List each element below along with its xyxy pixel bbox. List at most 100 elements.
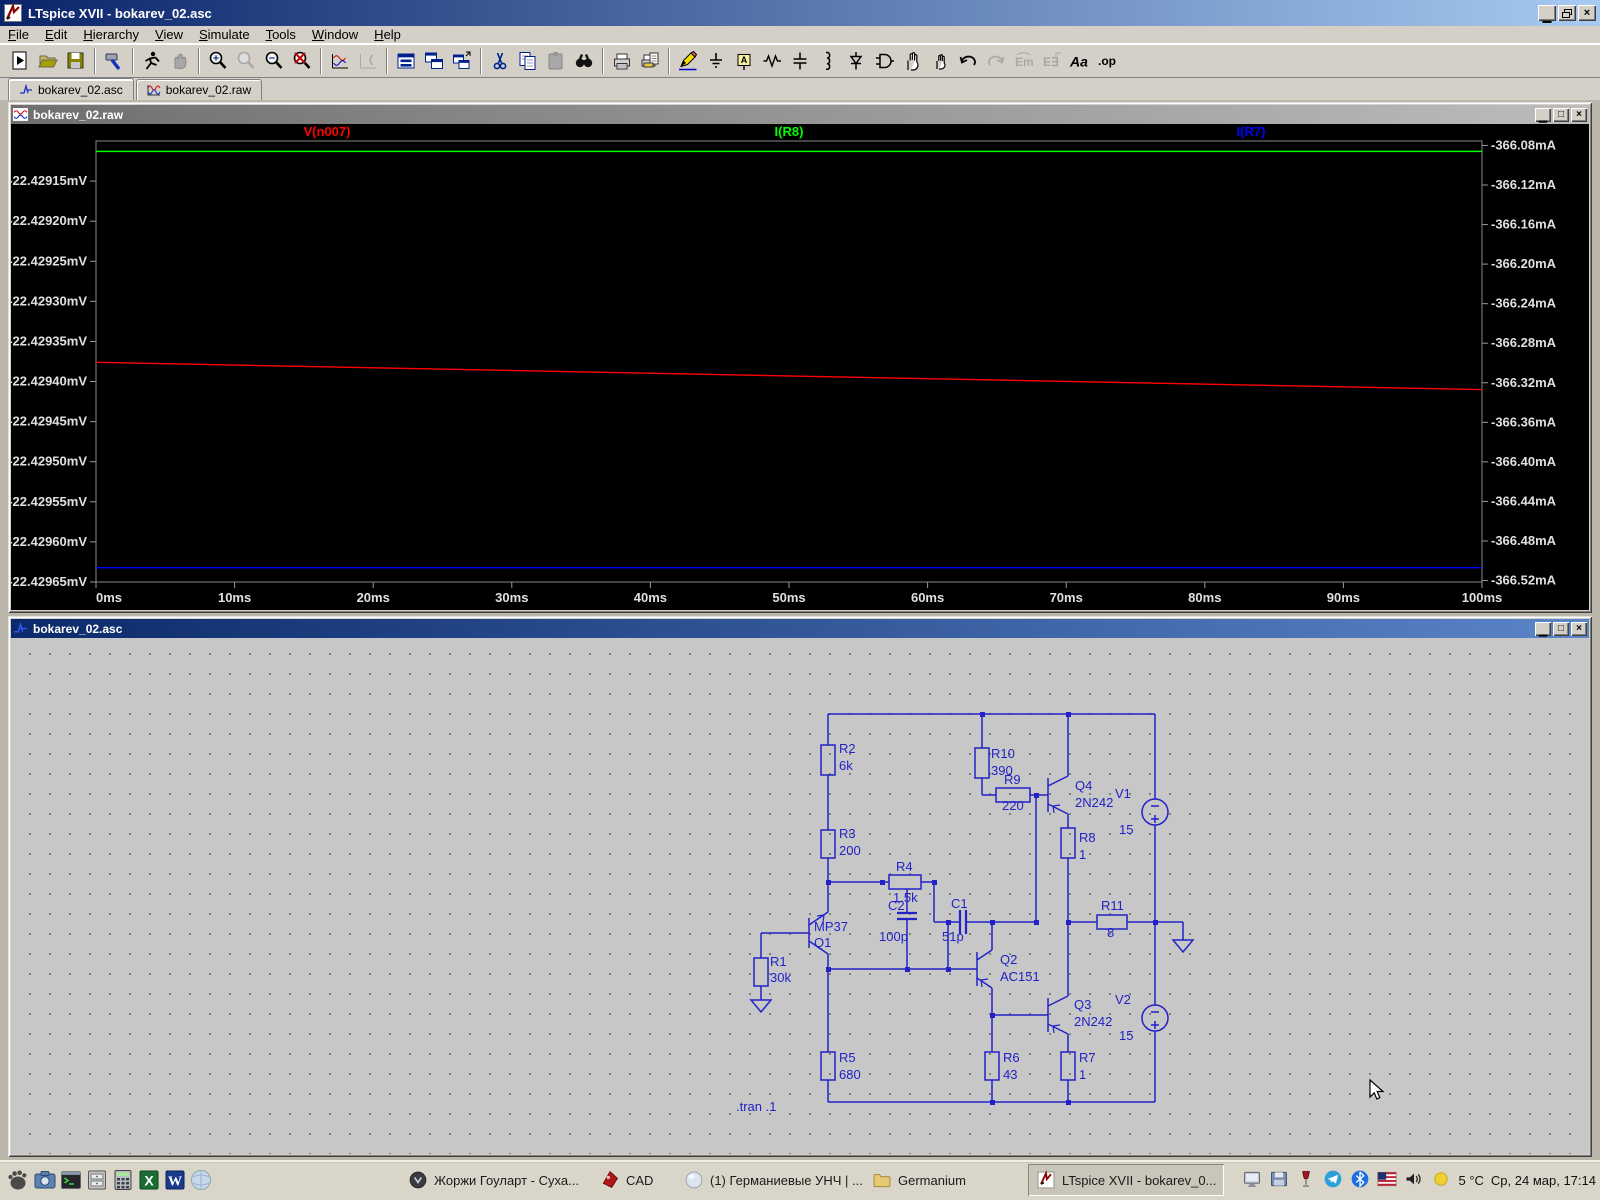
spice-directive-button[interactable]: .op bbox=[1094, 47, 1122, 75]
app-minimize-button[interactable]: ▁ bbox=[1538, 5, 1556, 21]
quick-launch-terminal[interactable] bbox=[59, 1160, 83, 1200]
autorange-button[interactable] bbox=[326, 47, 354, 75]
x-axis-label: 90ms bbox=[1327, 590, 1360, 605]
schematic-window-titlebar[interactable]: bokarev_02.asc ▁ □ × bbox=[11, 619, 1589, 638]
undo-button[interactable] bbox=[954, 47, 982, 75]
find-button[interactable] bbox=[570, 47, 598, 75]
us-flag-tray-icon[interactable] bbox=[1377, 1169, 1397, 1192]
net-label-button[interactable]: A bbox=[730, 47, 758, 75]
cascade-button[interactable] bbox=[448, 47, 476, 75]
left-axis-label: -22.42935mV bbox=[11, 333, 87, 348]
floppy-tray-icon[interactable] bbox=[1269, 1169, 1289, 1192]
task-browser-ball[interactable]: (1) Германиевые УНЧ | ... bbox=[684, 1160, 863, 1200]
start-menu-button[interactable] bbox=[6, 1160, 30, 1200]
x-axis-label: 10ms bbox=[218, 590, 251, 605]
waveform-plot[interactable]: -22.42915mV-22.42920mV-22.42925mV-22.429… bbox=[11, 124, 1589, 610]
redo-icon bbox=[985, 50, 1007, 72]
find-icon bbox=[573, 50, 595, 72]
ground-button[interactable] bbox=[702, 47, 730, 75]
tile-vertical-button[interactable] bbox=[420, 47, 448, 75]
save-button[interactable] bbox=[62, 47, 90, 75]
menu-help[interactable]: Help bbox=[366, 26, 409, 43]
telegram-tray-icon[interactable] bbox=[1323, 1169, 1343, 1192]
weather-tray-icon[interactable] bbox=[1431, 1169, 1451, 1192]
menu-file[interactable]: File bbox=[0, 26, 37, 43]
component-value: 200 bbox=[839, 843, 861, 858]
cut-button[interactable] bbox=[486, 47, 514, 75]
copy-button[interactable] bbox=[514, 47, 542, 75]
bluetooth-tray-icon[interactable] bbox=[1350, 1169, 1370, 1192]
ground-icon bbox=[705, 50, 727, 72]
open-button[interactable] bbox=[34, 47, 62, 75]
display-tray-icon[interactable] bbox=[1242, 1169, 1262, 1192]
zoom-in-button[interactable] bbox=[204, 47, 232, 75]
quick-launch-browser[interactable] bbox=[189, 1160, 213, 1200]
zoom-out-button[interactable] bbox=[260, 47, 288, 75]
move-button[interactable] bbox=[898, 47, 926, 75]
left-axis-label: -22.42915mV bbox=[11, 173, 87, 188]
task-ltspice[interactable]: LTspice XVII - bokarev_0... bbox=[1028, 1164, 1224, 1196]
task-media-player[interactable]: Жоржи Гоуларт - Суха... bbox=[408, 1160, 579, 1200]
component-ref: R10 bbox=[991, 746, 1015, 761]
quick-launch-excel[interactable]: X bbox=[137, 1160, 161, 1200]
menu-edit[interactable]: Edit bbox=[37, 26, 75, 43]
resistor-icon bbox=[761, 50, 783, 72]
wine-tray-icon[interactable] bbox=[1296, 1169, 1316, 1192]
component-value: 51p bbox=[942, 929, 964, 944]
tile-horizontal-button[interactable] bbox=[392, 47, 420, 75]
quick-launch-screenshot[interactable] bbox=[33, 1160, 57, 1200]
waveform-minimize-button[interactable]: ▁ bbox=[1535, 108, 1551, 122]
diode-button[interactable] bbox=[842, 47, 870, 75]
waveform-window-titlebar[interactable]: bokarev_02.raw ▁ □ × bbox=[11, 105, 1589, 124]
trace-label[interactable]: I(R8) bbox=[775, 124, 804, 139]
draw-wire-button[interactable] bbox=[674, 47, 702, 75]
print-preview-button[interactable] bbox=[636, 47, 664, 75]
quick-launch-calculator[interactable] bbox=[111, 1160, 135, 1200]
menu-view[interactable]: View bbox=[147, 26, 191, 43]
volume-tray-icon[interactable] bbox=[1404, 1169, 1424, 1192]
waveform-close-button[interactable]: × bbox=[1571, 108, 1587, 122]
trace-label[interactable]: I(R7) bbox=[1237, 124, 1266, 139]
menu-window[interactable]: Window bbox=[304, 26, 366, 43]
draw-wire-icon bbox=[677, 50, 699, 72]
schematic-canvas[interactable]: R2 6k R3 200 R4 1.5k C2 100p C1 51p R10 … bbox=[11, 638, 1589, 1154]
text-button[interactable]: Aa bbox=[1066, 47, 1094, 75]
zoom-full-extents-button[interactable] bbox=[288, 47, 316, 75]
print-button[interactable] bbox=[608, 47, 636, 75]
task-cad[interactable]: CAD bbox=[600, 1160, 653, 1200]
inductor-button[interactable] bbox=[814, 47, 842, 75]
clock[interactable]: Ср, 24 мар, 17:14 bbox=[1491, 1173, 1596, 1188]
left-axis-label: -22.42925mV bbox=[11, 253, 87, 268]
waveform-maximize-button[interactable]: □ bbox=[1553, 108, 1569, 122]
run-button[interactable] bbox=[6, 47, 34, 75]
task-folder[interactable]: Germanium bbox=[872, 1160, 966, 1200]
move-icon bbox=[901, 50, 923, 72]
menu-simulate[interactable]: Simulate bbox=[191, 26, 258, 43]
tile-horizontal-icon bbox=[395, 50, 417, 72]
tab-schematic[interactable]: bokarev_02.asc bbox=[8, 78, 134, 100]
calculator-icon bbox=[111, 1168, 135, 1192]
menu-hierarchy[interactable]: Hierarchy bbox=[75, 26, 147, 43]
schematic-minimize-button[interactable]: ▁ bbox=[1535, 622, 1551, 636]
app-restore-button[interactable] bbox=[1558, 5, 1576, 21]
drag-button[interactable] bbox=[926, 47, 954, 75]
schematic-maximize-button[interactable]: □ bbox=[1553, 622, 1569, 636]
tab-waveform[interactable]: bokarev_02.raw bbox=[136, 79, 262, 100]
menu-tools[interactable]: Tools bbox=[258, 26, 304, 43]
component-button[interactable] bbox=[870, 47, 898, 75]
trace-label[interactable]: V(n007) bbox=[304, 124, 351, 139]
quick-launch-file-manager[interactable] bbox=[85, 1160, 109, 1200]
capacitor-button[interactable] bbox=[786, 47, 814, 75]
svg-text:Em: Em bbox=[1015, 55, 1034, 69]
run-simulation-button[interactable] bbox=[138, 47, 166, 75]
toolbar-separator bbox=[132, 48, 134, 74]
document-tabs: bokarev_02.asc bokarev_02.raw bbox=[0, 78, 1600, 100]
word-icon: W bbox=[163, 1168, 187, 1192]
resistor-button[interactable] bbox=[758, 47, 786, 75]
control-panel-button[interactable] bbox=[100, 47, 128, 75]
trace-V(n007)[interactable] bbox=[96, 362, 1482, 389]
quick-launch-word[interactable]: W bbox=[163, 1160, 187, 1200]
app-close-button[interactable]: × bbox=[1578, 5, 1596, 21]
schematic-close-button[interactable]: × bbox=[1571, 622, 1587, 636]
tile-vertical-icon bbox=[423, 50, 445, 72]
